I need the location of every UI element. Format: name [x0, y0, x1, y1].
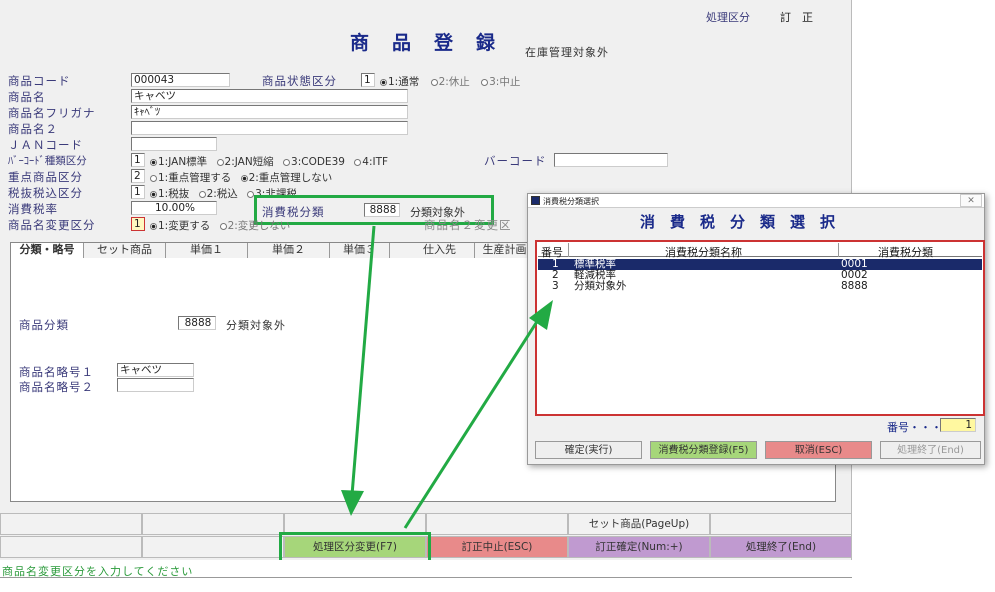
arrow-head-up: [529, 300, 553, 330]
annotation-arrows: [341, 225, 553, 529]
arrow-head-down: [341, 490, 364, 516]
arrow-line-up: [403, 319, 540, 529]
arrow-line-down: [350, 225, 376, 496]
